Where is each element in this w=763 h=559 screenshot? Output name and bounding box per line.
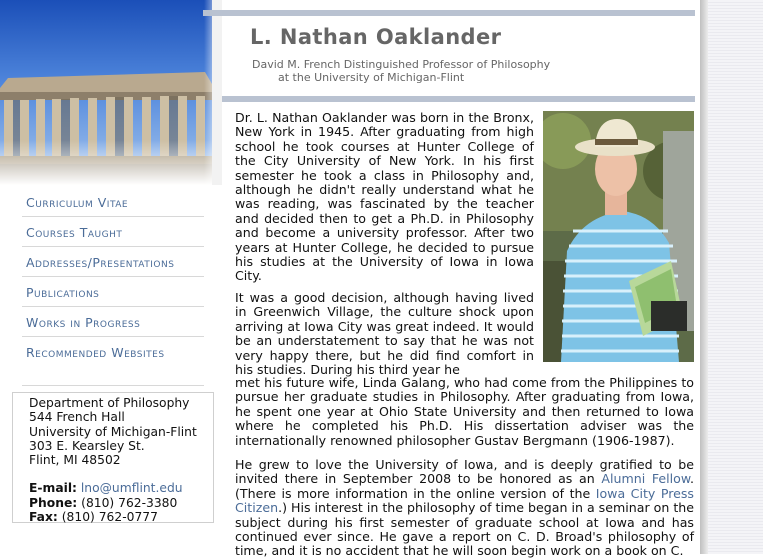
- phone-label: Phone:: [29, 495, 78, 510]
- contact-fax-row: Fax: (810) 762-0777: [29, 510, 213, 524]
- title-subtitle-line2: at the University of Michigan-Flint: [278, 71, 465, 84]
- email-label: E-mail:: [29, 481, 77, 496]
- nav-link-recommended-websites[interactable]: Recommended Websites: [22, 337, 204, 366]
- phone-number: (810) 762-3380: [81, 495, 178, 510]
- header-top-rule: [222, 10, 695, 16]
- fax-label: Fax:: [29, 510, 58, 525]
- bio-paragraph-2-top: It was a good decision, although having …: [235, 290, 534, 378]
- contact-box: Department of Philosophy 544 French Hall…: [12, 392, 214, 524]
- bio-paragraph-2-bottom: met his future wife, Linda Galang, who h…: [235, 375, 694, 448]
- bio-p3-text-3: .) His interest in the philosophy of tim…: [235, 500, 694, 559]
- nav-link-works-in-progress[interactable]: Works in Progress: [22, 307, 204, 337]
- alumni-fellow-link[interactable]: Alumni Fellow: [601, 471, 690, 486]
- fax-number: (810) 762-0777: [61, 510, 158, 525]
- contact-office: 544 French Hall: [29, 410, 125, 425]
- contact-university: University of Michigan-Flint: [29, 424, 197, 439]
- portrait-photo: [543, 111, 694, 362]
- bio-paragraph-1: Dr. L. Nathan Oaklander was born in the …: [235, 110, 534, 284]
- page-title: L. Nathan Oaklander: [250, 25, 502, 49]
- contact-city: Flint, MI 48502: [29, 453, 121, 468]
- contact-email-row: E-mail: lno@umflint.edu: [29, 481, 213, 495]
- header-rule-stub: [203, 10, 222, 16]
- header-parthenon-image: [0, 0, 222, 185]
- page-gutter: [708, 0, 763, 554]
- sidebar-nav: Curriculum Vitae Courses Taught Addresse…: [22, 187, 204, 366]
- nav-link-publications[interactable]: Publications: [22, 277, 204, 307]
- contact-street: 303 E. Kearsley St.: [29, 438, 145, 453]
- email-link[interactable]: lno@umflint.edu: [81, 481, 183, 495]
- nav-link-courses-taught[interactable]: Courses Taught: [22, 217, 204, 247]
- page-edge-shadow: [700, 0, 708, 554]
- bio-paragraph-3: He grew to love the University of Iowa, …: [235, 457, 694, 559]
- contact-department: Department of Philosophy: [29, 396, 190, 410]
- header-bottom-rule: [222, 96, 695, 102]
- title-subtitle-line1: David M. French Distinguished Professor …: [252, 58, 551, 71]
- nav-link-addresses-presentations[interactable]: Addresses/Presentations: [22, 247, 204, 277]
- nav-link-curriculum-vitae[interactable]: Curriculum Vitae: [22, 187, 204, 217]
- contact-phone-row: Phone: (810) 762-3380: [29, 496, 213, 510]
- nav-divider: [22, 385, 204, 386]
